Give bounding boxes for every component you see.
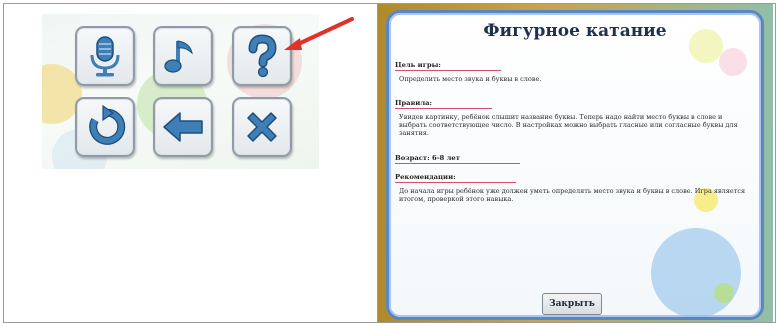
decor-green-circle xyxy=(714,283,734,303)
microphone-button[interactable] xyxy=(75,26,135,86)
dialog-title: Фигурное катание xyxy=(483,21,667,41)
game-scene-background: Фигурное катание Цель игры: Определить м… xyxy=(378,4,773,322)
question-mark-icon xyxy=(248,34,277,78)
arrow-left-icon xyxy=(163,112,203,142)
red-pointer-arrow-icon xyxy=(284,17,354,50)
section-heading: Цель игры: xyxy=(395,61,501,71)
section-recommendations: Рекомендации: До начала игры ребёнок уже… xyxy=(395,173,751,203)
replay-icon xyxy=(89,104,126,145)
close-x-icon xyxy=(247,112,277,142)
exit-button[interactable] xyxy=(232,97,292,157)
section-rules: Правила: Увидев картинку, ребёнок слышит… xyxy=(395,99,751,137)
close-button[interactable]: Закрыть xyxy=(542,293,602,315)
replay-button[interactable] xyxy=(75,97,135,157)
microphone-icon xyxy=(90,36,120,77)
back-button[interactable] xyxy=(153,97,213,157)
section-goal: Цель игры: Определить место звука и букв… xyxy=(395,61,751,83)
section-heading: Возраст: 6-8 лет xyxy=(395,154,520,164)
music-note-icon xyxy=(164,40,193,73)
section-heading: Рекомендации: xyxy=(395,173,516,183)
section-body: До начала игры ребёнок уже должен уметь … xyxy=(399,187,746,203)
help-dialog: Фигурное катание Цель игры: Определить м… xyxy=(386,10,764,320)
section-body: Определить место звука и буквы в слове. xyxy=(399,75,542,83)
decor-blue-circle xyxy=(651,228,741,317)
section-body: Увидев картинку, ребёнок слышит название… xyxy=(399,113,738,137)
game-menu-panel xyxy=(42,14,319,169)
music-button[interactable] xyxy=(153,26,213,86)
section-heading: Правила: xyxy=(395,99,493,109)
section-age: Возраст: 6-8 лет xyxy=(395,154,751,164)
